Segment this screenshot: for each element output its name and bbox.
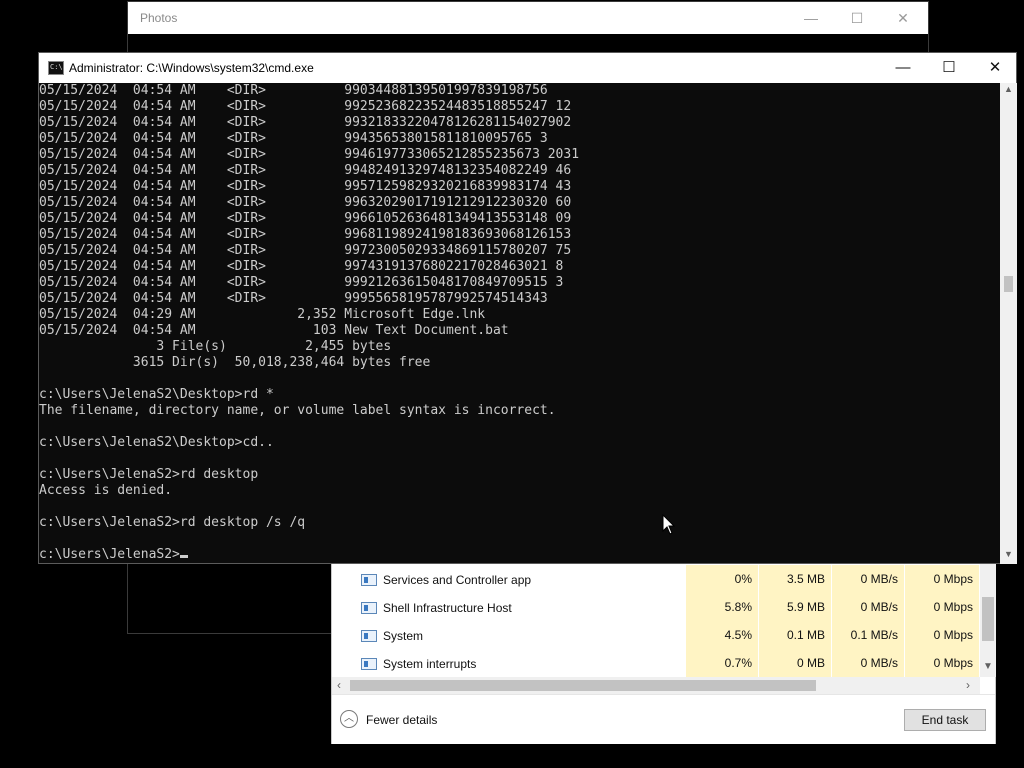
network-cell: 0 Mbps xyxy=(905,565,980,593)
network-cell: 0 Mbps xyxy=(905,649,980,677)
vertical-scroll-thumb[interactable] xyxy=(982,597,994,641)
cmd-window[interactable]: Administrator: C:\Windows\system32\cmd.e… xyxy=(38,52,1017,564)
photos-maximize-button[interactable]: ☐ xyxy=(834,2,880,34)
console-line: 05/15/2024 04:54 AM <DIR> 99955658195787… xyxy=(39,291,548,306)
cmd-title-bar[interactable]: Administrator: C:\Windows\system32\cmd.e… xyxy=(39,53,1016,83)
cpu-cell: 4.5% xyxy=(686,621,759,649)
process-name: System interrupts xyxy=(383,657,477,671)
console-line: 05/15/2024 04:54 AM <DIR> 99435653801581… xyxy=(39,131,548,146)
console-line: c:\Users\JelenaS2\Desktop>cd.. xyxy=(39,435,274,450)
network-cell: 0 Mbps xyxy=(905,593,980,621)
network-cell: 0 Mbps xyxy=(905,621,980,649)
cmd-maximize-button[interactable]: ☐ xyxy=(926,53,972,83)
console-line: 05/15/2024 04:54 AM <DIR> 99252368223524… xyxy=(39,99,572,114)
scroll-down-arrow-icon[interactable]: ▼ xyxy=(980,661,996,672)
disk-cell: 0 MB/s xyxy=(832,593,905,621)
scroll-right-arrow-icon[interactable]: › xyxy=(966,677,970,694)
console-line: 05/15/2024 04:54 AM <DIR> 99461977330652… xyxy=(39,147,580,162)
disk-cell: 0.1 MB/s xyxy=(832,621,905,649)
console-line: The filename, directory name, or volume … xyxy=(39,403,556,418)
disk-cell: 0 MB/s xyxy=(832,649,905,677)
process-row[interactable]: Services and Controller app 0% 3.5 MB 0 … xyxy=(332,565,980,593)
console-line: c:\Users\JelenaS2\Desktop>rd * xyxy=(39,387,274,402)
cpu-cell: 5.8% xyxy=(686,593,759,621)
photos-minimize-button[interactable]: — xyxy=(788,2,834,34)
memory-cell: 3.5 MB xyxy=(759,565,832,593)
vertical-scroll-thumb[interactable] xyxy=(1004,276,1013,292)
console-line: 3615 Dir(s) 50,018,238,464 bytes free xyxy=(39,355,431,370)
memory-cell: 5.9 MB xyxy=(759,593,832,621)
console-prompt: c:\Users\JelenaS2> xyxy=(39,547,180,562)
process-name: Shell Infrastructure Host xyxy=(383,601,512,615)
process-icon xyxy=(361,574,377,586)
console-line: c:\Users\JelenaS2>rd desktop xyxy=(39,467,259,482)
console-line: 05/15/2024 04:29 AM 2,352 Microsoft Edge… xyxy=(39,307,486,322)
task-manager-window[interactable]: Services and Controller app 0% 3.5 MB 0 … xyxy=(331,562,996,744)
photos-title: Photos xyxy=(140,11,178,25)
cpu-cell: 0.7% xyxy=(686,649,759,677)
console-app-icon xyxy=(48,61,64,75)
process-row[interactable]: System interrupts 0.7% 0 MB 0 MB/s 0 Mbp… xyxy=(332,649,980,677)
photos-title-bar[interactable]: Photos — ☐ ✕ xyxy=(128,2,928,34)
console-line: 05/15/2024 04:54 AM <DIR> 99743191376802… xyxy=(39,259,564,274)
scroll-up-arrow-icon[interactable]: ▲ xyxy=(1000,84,1017,94)
memory-cell: 0 MB xyxy=(759,649,832,677)
cmd-vertical-scrollbar[interactable]: ▲ ▼ xyxy=(1000,83,1017,564)
console-line: 05/15/2024 04:54 AM <DIR> 99321833220478… xyxy=(39,115,572,130)
scroll-down-arrow-icon[interactable]: ▼ xyxy=(1000,549,1017,559)
memory-cell: 0.1 MB xyxy=(759,621,832,649)
task-list-vertical-scrollbar[interactable]: ▼ xyxy=(980,563,996,677)
process-name: Services and Controller app xyxy=(383,573,532,587)
photos-close-button[interactable]: ✕ xyxy=(880,2,926,34)
cpu-cell: 0% xyxy=(686,565,759,593)
console-line: 05/15/2024 04:54 AM 103 New Text Documen… xyxy=(39,323,509,338)
cmd-close-button[interactable]: ✕ xyxy=(972,53,1018,83)
end-task-button[interactable]: End task xyxy=(904,709,986,731)
task-manager-footer: ︿ Fewer details End task xyxy=(332,694,995,744)
cmd-window-title: Administrator: C:\Windows\system32\cmd.e… xyxy=(69,61,314,75)
chevron-up-icon[interactable]: ︿ xyxy=(340,710,358,728)
console-line: 05/15/2024 04:54 AM <DIR> 99482491329748… xyxy=(39,163,572,178)
horizontal-scroll-thumb[interactable] xyxy=(350,680,816,691)
console-line: 05/15/2024 04:54 AM <DIR> 99921263615048… xyxy=(39,275,564,290)
console-line: 05/15/2024 04:54 AM <DIR> 99723005029334… xyxy=(39,243,572,258)
console-prompt-line[interactable]: c:\Users\JelenaS2> xyxy=(39,547,1000,563)
text-cursor xyxy=(179,555,188,558)
process-icon xyxy=(361,658,377,670)
cmd-minimize-button[interactable]: — xyxy=(880,53,926,83)
process-icon xyxy=(361,602,377,614)
console-line: 05/15/2024 04:54 AM <DIR> 99661052636481… xyxy=(39,211,572,226)
fewer-details-link[interactable]: Fewer details xyxy=(366,713,437,727)
console-line: 05/15/2024 04:54 AM <DIR> 99571259829320… xyxy=(39,179,572,194)
disk-cell: 0 MB/s xyxy=(832,565,905,593)
task-list-horizontal-scrollbar[interactable]: ‹ › xyxy=(332,677,980,694)
process-name: System xyxy=(383,629,424,643)
console-line: Access is denied. xyxy=(39,483,173,498)
process-row[interactable]: Shell Infrastructure Host 5.8% 5.9 MB 0 … xyxy=(332,593,980,621)
console-line: 05/15/2024 04:54 AM <DIR> 99034488139501… xyxy=(39,83,548,98)
console-line: 3 File(s) 2,455 bytes xyxy=(39,339,392,354)
process-icon xyxy=(361,630,377,642)
console-line: 05/15/2024 04:54 AM <DIR> 99632029017191… xyxy=(39,195,572,210)
console-line: 05/15/2024 04:54 AM <DIR> 99681198924198… xyxy=(39,227,572,242)
scroll-left-arrow-icon[interactable]: ‹ xyxy=(337,677,341,694)
process-row[interactable]: System 4.5% 0.1 MB 0.1 MB/s 0 Mbps xyxy=(332,621,980,649)
console-line: c:\Users\JelenaS2>rd desktop /s /q xyxy=(39,515,306,530)
console-output[interactable]: 05/15/2024 04:54 AM <DIR> 99034488139501… xyxy=(39,83,1000,564)
mouse-pointer-icon xyxy=(662,514,676,535)
